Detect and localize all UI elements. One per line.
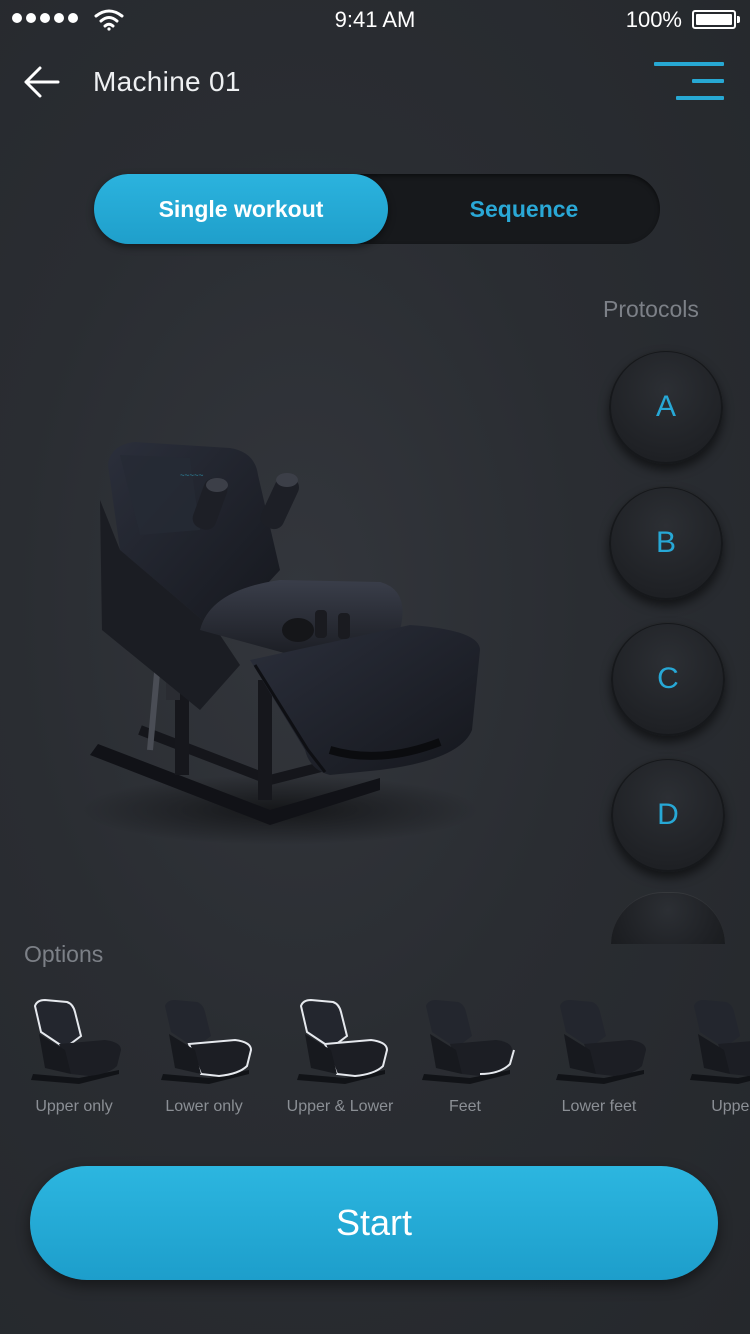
- option-upper-and-lower[interactable]: Upper & Lower: [275, 990, 405, 1120]
- protocol-button-c[interactable]: C: [611, 622, 725, 736]
- option-label: Lower feet: [561, 1098, 637, 1115]
- protocol-button-d[interactable]: D: [611, 758, 725, 872]
- chair-upper-icon: [690, 1000, 750, 1084]
- option-label: Lower only: [165, 1098, 243, 1115]
- battery-percentage: 100%: [625, 7, 682, 32]
- protocol-button-b[interactable]: B: [609, 486, 723, 600]
- protocol-button-partial[interactable]: [611, 892, 725, 944]
- page-title: Machine 01: [93, 66, 241, 97]
- option-label: Feet: [448, 1098, 481, 1115]
- chair-feet-icon: [422, 1000, 515, 1084]
- chair-upper-lower-icon: [297, 998, 389, 1084]
- chair-upper-only-icon: [31, 998, 121, 1084]
- workout-mode-toggle: Single workout Sequence: [94, 174, 660, 244]
- option-feet[interactable]: Feet: [400, 990, 530, 1120]
- machine-image: ~~~~~: [80, 442, 480, 845]
- svg-text:~~~~~: ~~~~~: [180, 471, 204, 480]
- protocol-button-a[interactable]: A: [609, 350, 723, 464]
- option-label: Upper: [711, 1098, 750, 1115]
- option-lower-feet[interactable]: Lower feet: [534, 990, 664, 1120]
- status-bar: 9:41 AM 100%: [0, 0, 750, 40]
- option-lower-only[interactable]: Lower only: [139, 990, 269, 1120]
- tab-sequence[interactable]: Sequence: [388, 174, 660, 244]
- option-upper-partial[interactable]: Upper: [668, 990, 750, 1120]
- option-label: Upper only: [35, 1098, 113, 1115]
- menu-button[interactable]: [648, 58, 728, 104]
- chair-lower-feet-icon: [556, 1000, 646, 1084]
- options-heading: Options: [24, 941, 104, 967]
- tab-single-workout[interactable]: Single workout: [94, 174, 388, 244]
- arrow-left-icon: [24, 66, 60, 98]
- chair-lower-only-icon: [161, 1000, 253, 1084]
- battery-icon: [692, 10, 740, 29]
- option-label: Upper & Lower: [286, 1098, 394, 1115]
- start-button[interactable]: Start: [30, 1166, 718, 1280]
- options-carousel[interactable]: Upper only Lower only Upper & Lower Feet: [0, 990, 750, 1120]
- option-upper-only[interactable]: Upper only: [9, 990, 139, 1120]
- protocols-heading: Protocols: [603, 296, 699, 322]
- back-button[interactable]: [20, 62, 66, 102]
